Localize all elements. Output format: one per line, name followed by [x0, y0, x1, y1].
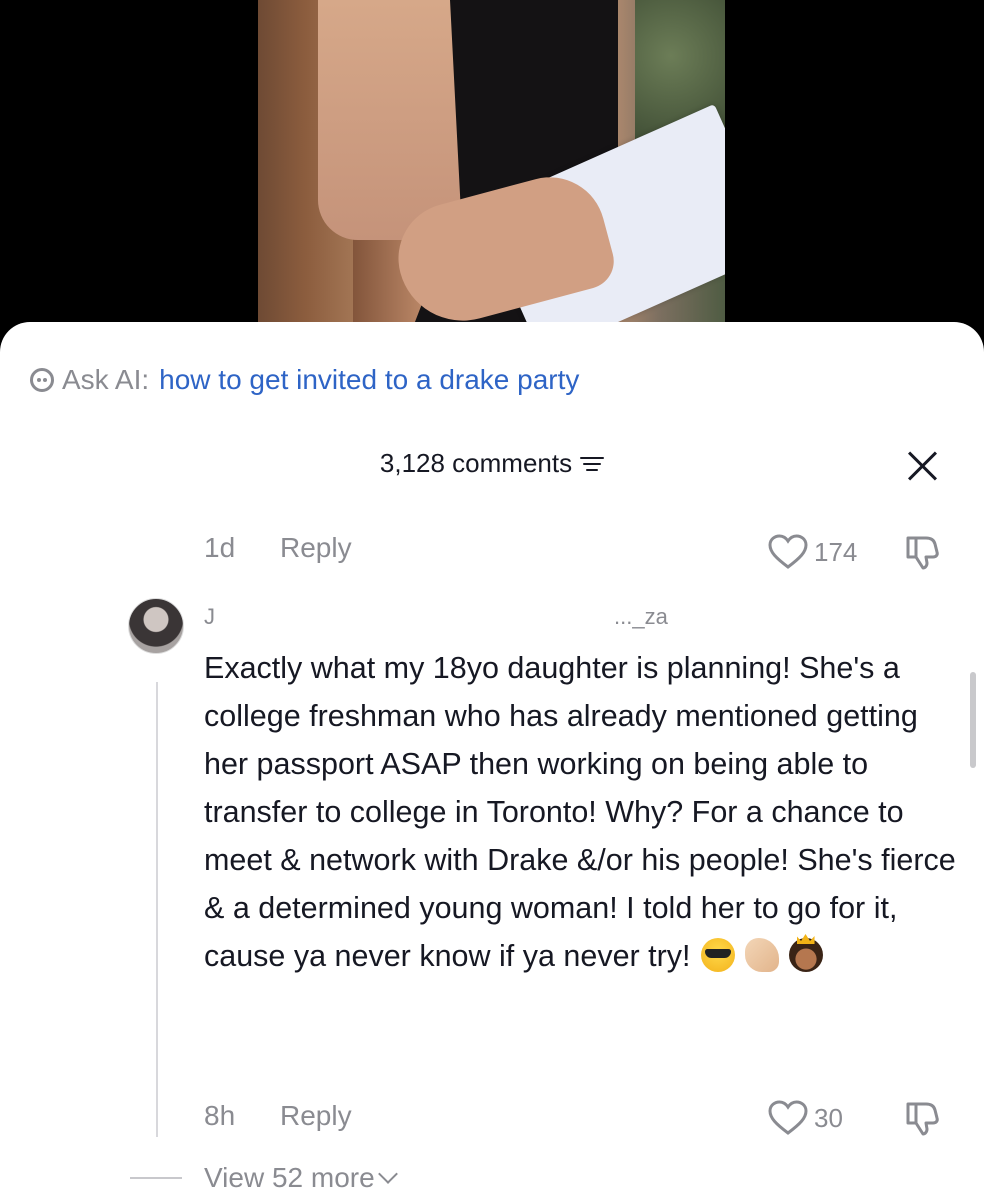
flexed-biceps-emoji-icon [744, 938, 779, 972]
dislike-icon[interactable] [904, 534, 942, 570]
comment-timestamp: 1d [204, 532, 236, 563]
username-start: J [204, 604, 215, 629]
dislike-icon[interactable] [904, 1100, 942, 1136]
like-count: 174 [814, 536, 858, 567]
sunglasses-emoji-icon [700, 938, 735, 972]
comments-sheet: Ask AI: how to get invited to a drake pa… [0, 322, 984, 1200]
comment-count: 3,128 comments [379, 448, 573, 478]
scrollbar[interactable] [970, 672, 976, 768]
sort-filter-icon[interactable] [580, 454, 605, 474]
comment-username[interactable]: J ..._za [204, 604, 684, 630]
avatar[interactable] [128, 598, 184, 654]
username-end: ..._za [614, 604, 668, 629]
princess-emoji-icon [788, 938, 823, 972]
close-icon[interactable] [906, 448, 940, 482]
like-button[interactable]: 174 [768, 534, 857, 570]
video-frame [258, 0, 725, 340]
chevron-down-icon [377, 1164, 398, 1184]
heart-icon [768, 1100, 808, 1136]
ask-ai-query-link[interactable]: how to get invited to a drake party [159, 364, 579, 396]
ai-bot-icon [30, 368, 54, 392]
reply-like-button[interactable]: 30 [768, 1100, 843, 1136]
view-more-replies-button[interactable]: View 52 more [130, 1162, 398, 1194]
comment-meta-row: 1d Reply [204, 532, 352, 564]
thread-line [156, 682, 158, 1137]
video-player[interactable] [0, 0, 984, 340]
thread-divider [130, 1177, 182, 1179]
comment-text-block: Exactly what my 18yo daughter is plannin… [204, 644, 964, 980]
reply-button[interactable]: Reply [280, 1100, 352, 1132]
reply-meta-row: 8h Reply [204, 1100, 352, 1132]
comments-header: 3,128 comments [0, 448, 984, 488]
reply-like-count: 30 [814, 1102, 843, 1133]
view-more-label: View 52 more [204, 1162, 375, 1193]
reply-timestamp: 8h [204, 1100, 236, 1131]
ask-ai-banner[interactable]: Ask AI: how to get invited to a drake pa… [30, 362, 579, 398]
comment-count-button[interactable]: 3,128 comments [379, 448, 605, 479]
heart-icon [768, 534, 808, 570]
ask-ai-prefix: Ask AI: [62, 364, 150, 395]
reply-button[interactable]: Reply [280, 532, 352, 564]
comment-text: Exactly what my 18yo daughter is plannin… [204, 651, 956, 973]
